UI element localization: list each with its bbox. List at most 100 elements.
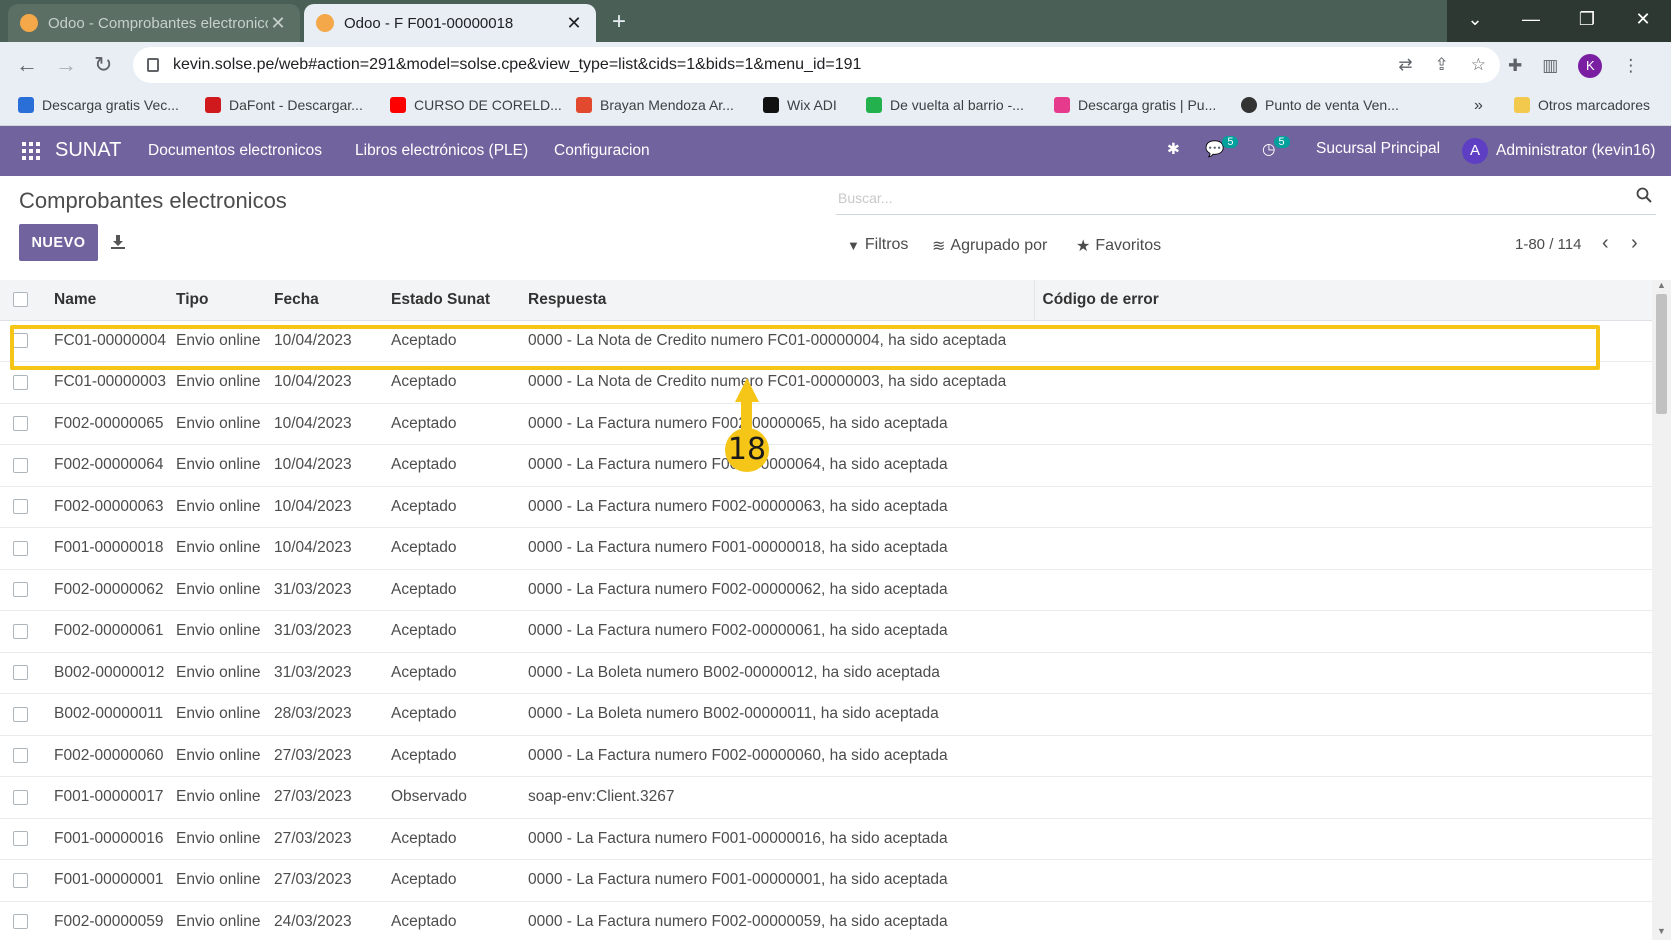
- column-header-respuesta[interactable]: Respuesta: [520, 280, 1035, 320]
- close-window-icon[interactable]: ✕: [1615, 0, 1671, 42]
- back-arrow-icon[interactable]: ←: [16, 52, 38, 78]
- scrollbar-thumb[interactable]: [1656, 294, 1667, 414]
- cell-name: B002-00000012: [54, 663, 165, 681]
- table-row[interactable]: F002-00000064 Envio online 10/04/2023 Acept…: [0, 445, 1652, 486]
- share-icon[interactable]: ⇪: [1435, 55, 1449, 75]
- new-button[interactable]: NUEVO: [19, 224, 98, 261]
- pager-value[interactable]: 1-80 / 114: [1515, 236, 1581, 253]
- bookmarks-overflow-icon[interactable]: »: [1474, 97, 1483, 115]
- table-row[interactable]: FC01-00000003 Envio online 10/04/2023 Acept…: [0, 362, 1652, 403]
- pager-previous-icon[interactable]: ‹: [1602, 232, 1609, 255]
- menu-libros-electronicos[interactable]: Libros electrónicos (PLE): [355, 142, 528, 160]
- url-text[interactable]: kevin.solse.pe/web#action=291&model=sols…: [173, 56, 861, 74]
- translate-icon[interactable]: ⇄: [1398, 55, 1412, 75]
- row-checkbox[interactable]: [13, 831, 28, 847]
- menu-configuracion[interactable]: Configuracion: [554, 142, 650, 160]
- other-bookmarks-folder[interactable]: Otros marcadores: [1514, 97, 1650, 113]
- close-tab-icon[interactable]: ✕: [268, 13, 288, 34]
- browser-tab-comprobantes[interactable]: Odoo - Comprobantes electronicos ✕: [8, 4, 300, 42]
- bookmark-item[interactable]: Brayan Mendoza Ar...: [576, 97, 734, 113]
- profile-avatar[interactable]: K: [1578, 54, 1603, 78]
- bookmark-item[interactable]: Descarga gratis Vec...: [18, 97, 179, 113]
- app-brand[interactable]: SUNAT: [55, 139, 121, 162]
- bookmark-item[interactable]: Descarga gratis | Pu...: [1054, 97, 1216, 113]
- row-checkbox[interactable]: [13, 374, 28, 390]
- row-checkbox[interactable]: [13, 499, 28, 515]
- row-checkbox[interactable]: [13, 540, 28, 556]
- row-select-cell: [0, 694, 46, 736]
- browser-menu-icon[interactable]: ⋮: [1622, 56, 1639, 76]
- row-checkbox[interactable]: [13, 416, 28, 432]
- column-header-tipo[interactable]: Tipo: [168, 280, 266, 320]
- menu-documentos-electronicos[interactable]: Documentos electronicos: [148, 142, 322, 160]
- bookmark-star-icon[interactable]: ☆: [1471, 55, 1486, 75]
- table-row[interactable]: F001-00000017 Envio online 27/03/2023 Obser…: [0, 777, 1652, 818]
- company-switcher[interactable]: Sucursal Principal: [1316, 140, 1440, 158]
- column-header-estado[interactable]: Estado Sunat: [383, 280, 520, 320]
- column-header-name[interactable]: Name: [46, 280, 168, 320]
- bookmark-item[interactable]: DaFont - Descargar...: [205, 97, 363, 113]
- table-row[interactable]: F002-00000063 Envio online 10/04/2023 Acept…: [0, 486, 1652, 528]
- row-checkbox[interactable]: [13, 706, 28, 722]
- favorites-dropdown[interactable]: ★ Favoritos: [1076, 236, 1161, 256]
- row-checkbox[interactable]: [13, 582, 28, 598]
- minimize-window-icon[interactable]: —: [1503, 0, 1559, 42]
- row-checkbox[interactable]: [13, 748, 28, 764]
- table-row[interactable]: F001-00000016 Envio online 27/03/2023 Acept…: [0, 818, 1652, 860]
- row-checkbox[interactable]: [13, 665, 28, 681]
- row-checkbox[interactable]: [13, 457, 28, 473]
- tab-search-chevron-icon[interactable]: ⌄: [1447, 0, 1503, 42]
- table-row[interactable]: B002-00000012 Envio online 31/03/2023 Acept…: [0, 652, 1652, 694]
- table-row[interactable]: B002-00000011 Envio online 28/03/2023 Acept…: [0, 694, 1652, 736]
- row-checkbox[interactable]: [13, 872, 28, 888]
- table-row[interactable]: F002-00000062 Envio online 31/03/2023 Acept…: [0, 569, 1652, 611]
- bookmark-item[interactable]: Wix ADI: [763, 97, 837, 113]
- row-checkbox[interactable]: [13, 333, 28, 349]
- table-row[interactable]: F001-00000018 Envio online 10/04/2023 Acept…: [0, 528, 1652, 570]
- column-header-fecha[interactable]: Fecha: [266, 280, 383, 320]
- cell-respuesta: 0000 - La Factura numero F002-00000060, …: [528, 746, 948, 764]
- bookmark-item[interactable]: CURSO DE CORELD...: [390, 97, 562, 113]
- apps-grid-icon[interactable]: [22, 142, 40, 160]
- extensions-puzzle-icon[interactable]: ✚: [1508, 56, 1522, 76]
- column-header-codigo-error[interactable]: Código de error: [1034, 280, 1652, 320]
- scroll-down-icon[interactable]: ▼: [1657, 926, 1666, 936]
- table-row[interactable]: F002-00000059 Envio online 24/03/2023 Acept…: [0, 901, 1652, 940]
- user-name: Administrator (kevin16): [1496, 142, 1656, 159]
- table-row[interactable]: FC01-00000004 Envio online 10/04/2023 Acept…: [0, 320, 1652, 362]
- vertical-scrollbar[interactable]: ▲ ▼: [1652, 280, 1671, 940]
- close-tab-icon[interactable]: ✕: [564, 13, 584, 34]
- pager-next-icon[interactable]: ›: [1631, 232, 1638, 255]
- restore-window-icon[interactable]: ❐: [1559, 0, 1615, 42]
- search-input[interactable]: [836, 183, 1616, 213]
- row-checkbox[interactable]: [13, 789, 28, 805]
- download-icon[interactable]: [110, 234, 126, 250]
- cell-fecha: 24/03/2023: [274, 912, 352, 930]
- table-row[interactable]: F002-00000065 Envio online 10/04/2023 Acept…: [0, 403, 1652, 445]
- browser-tab-factura[interactable]: Odoo - F F001-00000018 ✕: [304, 4, 596, 42]
- activities-menu[interactable]: ◷ 5: [1262, 135, 1290, 159]
- row-checkbox[interactable]: [13, 914, 28, 930]
- debug-bug-icon[interactable]: ✱: [1167, 140, 1180, 159]
- table-row[interactable]: F002-00000061 Envio online 31/03/2023 Acept…: [0, 611, 1652, 652]
- reload-icon[interactable]: ↻: [94, 52, 112, 78]
- row-checkbox[interactable]: [13, 623, 28, 639]
- side-panel-icon[interactable]: ▥: [1542, 56, 1558, 76]
- bookmark-item[interactable]: Punto de venta Ven...: [1241, 97, 1399, 113]
- table-row[interactable]: F001-00000001 Envio online 27/03/2023 Acept…: [0, 860, 1652, 901]
- messages-menu[interactable]: 💬 5: [1205, 135, 1239, 159]
- search-icon[interactable]: [1636, 187, 1652, 203]
- new-tab-icon[interactable]: +: [612, 8, 626, 36]
- group-by-dropdown[interactable]: ≋ Agrupado por: [932, 236, 1047, 256]
- table-row[interactable]: F002-00000060 Envio online 27/03/2023 Acept…: [0, 735, 1652, 777]
- row-select-cell: [0, 528, 46, 570]
- filters-dropdown[interactable]: ▼ Filtros: [847, 236, 908, 254]
- bookmark-favicon-icon: [205, 97, 221, 113]
- select-all-checkbox[interactable]: [13, 292, 28, 308]
- address-bar[interactable]: kevin.solse.pe/web#action=291&model=sols…: [133, 47, 1500, 83]
- user-menu[interactable]: A Administrator (kevin16): [1462, 138, 1655, 164]
- scroll-up-icon[interactable]: ▲: [1657, 280, 1666, 290]
- cell-name: F002-00000062: [54, 580, 164, 598]
- bookmark-item[interactable]: De vuelta al barrio -...: [866, 97, 1024, 113]
- forward-arrow-icon[interactable]: →: [55, 52, 77, 78]
